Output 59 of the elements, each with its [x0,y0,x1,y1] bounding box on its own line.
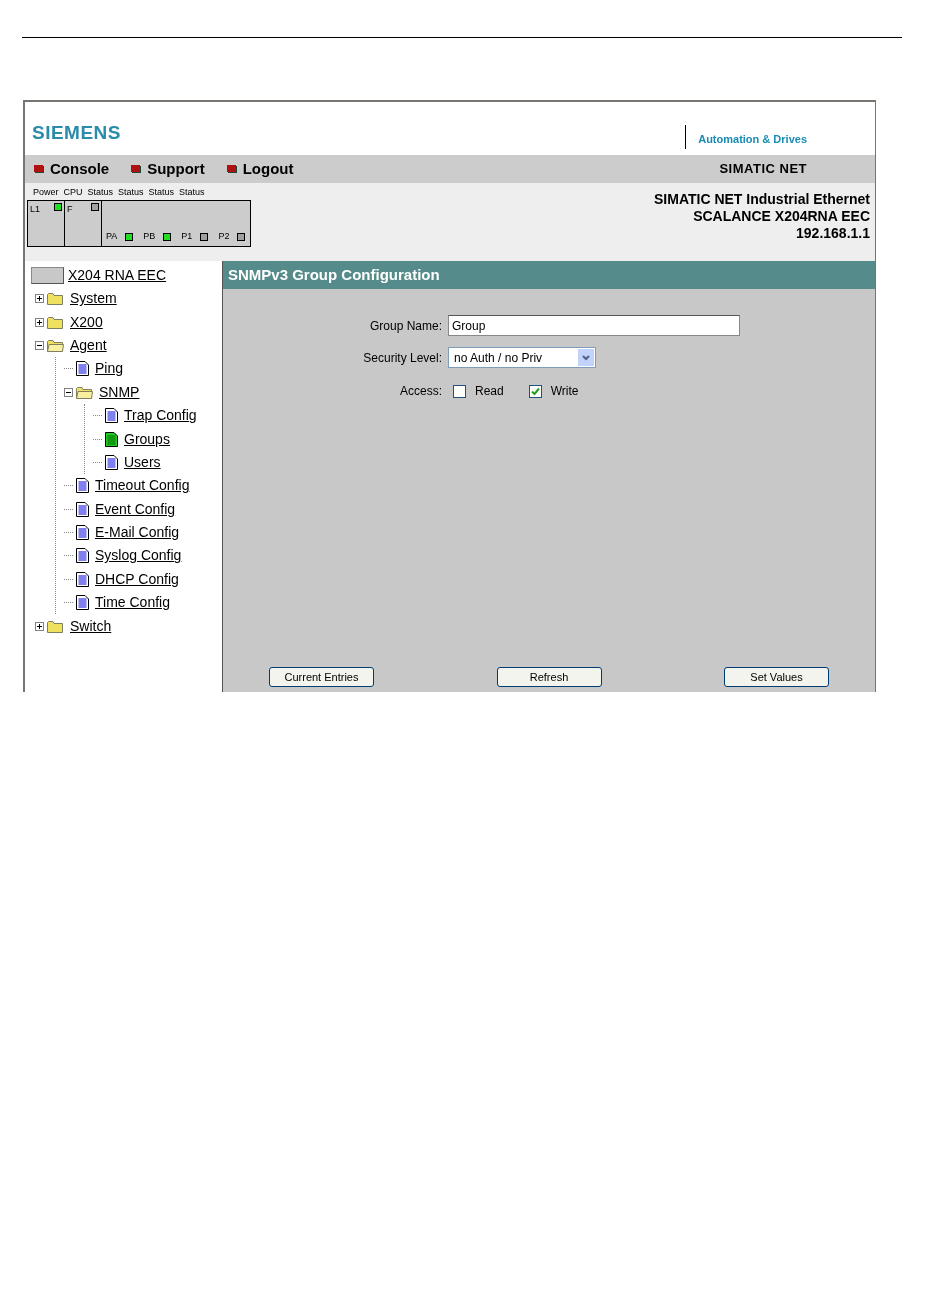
tree-item-link[interactable]: Timeout Config [95,475,190,497]
led-label: F [67,202,73,216]
tree-item-link[interactable]: E-Mail Config [95,522,180,544]
action-button[interactable]: Set Values [724,667,829,687]
collapse-icon[interactable] [64,387,73,397]
status-heading: Status [179,186,205,199]
tree-item-link[interactable]: Groups [124,428,170,450]
status-heading: Status [87,186,114,199]
device-info-text: 192.168.1.1 [796,225,870,242]
nav-link[interactable]: Console [34,157,110,181]
tree-item-link[interactable]: Switch [70,615,112,637]
checkbox-label: Write [550,383,579,400]
bullet-icon [131,165,142,173]
checkbox-label: Read [475,383,504,400]
status-heading: Status [118,186,144,199]
section-title: SNMPv3 Group Configuration [223,261,875,289]
tree-item-link[interactable]: Users [124,451,161,473]
tree-item-link[interactable]: DHCP Config [95,568,179,590]
expand-icon[interactable] [35,317,44,327]
led-label: L1 [30,202,40,216]
device-icon [31,266,64,284]
logo: SIEMENS [32,120,122,145]
tree-item-link[interactable]: Syslog Config [95,545,182,567]
action-button[interactable]: Refresh [496,667,602,687]
product-label: SIMATIC NET [719,160,807,179]
status-heading: Status [148,186,175,199]
tree-item-link[interactable]: X200 [70,311,103,333]
field-label: Security Level: [362,349,442,367]
tree-item-link[interactable]: Ping [95,358,124,380]
status-heading: Power [33,186,59,199]
group-name-field[interactable]: Group [448,315,740,336]
collapse-icon[interactable] [35,340,44,350]
division-label: Automation & Drives [698,131,807,147]
tree-root-link[interactable]: X204 RNA EEC [68,264,167,286]
field-label: Group Name: [368,317,442,335]
tree-item-link[interactable]: Agent [70,334,107,356]
field-label: Access: [399,383,442,400]
led-label: PA [106,230,118,243]
action-button[interactable]: Current Entries [269,667,374,687]
tree-item-link[interactable]: Trap Config [124,405,197,427]
nav-link[interactable]: Support [131,157,205,181]
expand-icon[interactable] [35,294,44,304]
bullet-icon [34,165,44,173]
tree-item-link[interactable]: Event Config [95,498,176,520]
led-label: PB [143,230,156,243]
checkbox[interactable] [528,384,542,398]
led-label: P2 [218,230,230,243]
device-info-text: SCALANCE X204RNA EEC [693,208,870,225]
tree-item-link[interactable]: Time Config [95,592,170,614]
device-info-text: SIMATIC NET Industrial Ethernet [654,191,870,208]
tree-item-link[interactable]: System [70,288,117,310]
status-heading: CPU [63,186,83,199]
led-label: P1 [181,230,193,243]
expand-icon[interactable] [35,621,44,631]
tree-item-link[interactable]: SNMP [99,381,140,403]
checkbox[interactable] [453,384,466,398]
security-level-dropdown[interactable]: no Auth / no Priv [448,347,596,368]
nav-link[interactable]: Logout [226,157,294,181]
bullet-icon [226,165,237,173]
